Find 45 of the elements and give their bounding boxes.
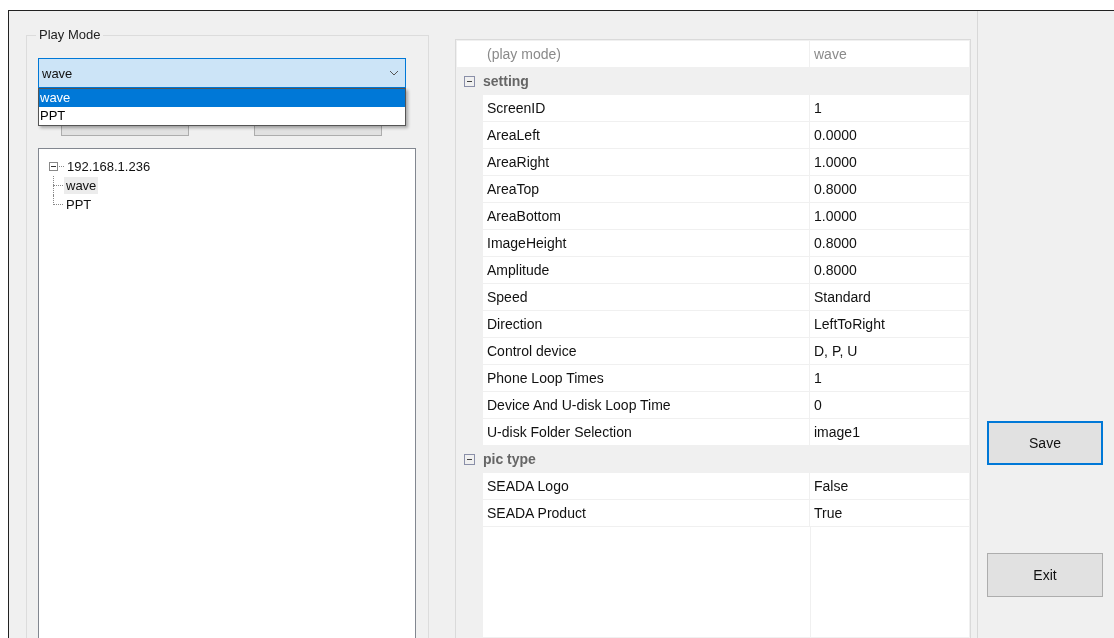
collapse-icon[interactable]: [464, 75, 475, 87]
property-value[interactable]: Standard: [810, 284, 969, 310]
property-name: ImageHeight: [483, 230, 810, 256]
property-value[interactable]: 1.0000: [810, 203, 969, 229]
chevron-down-icon: [389, 70, 399, 76]
property-name: SEADA Logo: [483, 473, 810, 499]
property-name: Speed: [483, 284, 810, 310]
property-value[interactable]: image1: [810, 419, 969, 445]
property-name: Phone Loop Times: [483, 365, 810, 391]
property-value[interactable]: 0: [810, 392, 969, 418]
property-name: Amplitude: [483, 257, 810, 283]
property-value[interactable]: D, P, U: [810, 338, 969, 364]
property-name: ScreenID: [483, 95, 810, 121]
property-value[interactable]: 0.8000: [810, 257, 969, 283]
property-name: AreaTop: [483, 176, 810, 202]
property-value[interactable]: 0.0000: [810, 122, 969, 148]
property-value[interactable]: 1: [810, 95, 969, 121]
property-name: AreaRight: [483, 149, 810, 175]
dropdown-option[interactable]: wave: [39, 89, 405, 107]
collapse-icon[interactable]: [464, 453, 475, 465]
property-name: Device And U-disk Loop Time: [483, 392, 810, 418]
tree-item[interactable]: wave: [64, 177, 99, 194]
property-name: Direction: [483, 311, 810, 337]
save-button[interactable]: Save: [987, 421, 1103, 465]
dropdown-option[interactable]: PPT: [39, 107, 405, 125]
exit-button[interactable]: Exit: [987, 553, 1103, 597]
collapse-icon[interactable]: [49, 162, 58, 171]
property-value[interactable]: False: [810, 473, 969, 499]
property-name: U-disk Folder Selection: [483, 419, 810, 445]
tree-item[interactable]: PPT: [64, 196, 94, 213]
property-name: AreaBottom: [483, 203, 810, 229]
category-label: pic type: [483, 451, 536, 467]
property-value[interactable]: 0.8000: [810, 176, 969, 202]
property-name: Control device: [483, 338, 810, 364]
property-value[interactable]: 0.8000: [810, 230, 969, 256]
property-name: AreaLeft: [483, 122, 810, 148]
tree-item[interactable]: 192.168.1.236: [65, 158, 153, 175]
category-label: setting: [483, 73, 529, 89]
property-value[interactable]: 1.0000: [810, 149, 969, 175]
property-name: SEADA Product: [483, 500, 810, 526]
property-value[interactable]: 1: [810, 365, 969, 391]
property-value[interactable]: True: [810, 500, 969, 526]
property-value[interactable]: LeftToRight: [810, 311, 969, 337]
group-label: Play Mode: [36, 27, 104, 42]
play-mode-dropdown[interactable]: wave: [38, 58, 406, 88]
